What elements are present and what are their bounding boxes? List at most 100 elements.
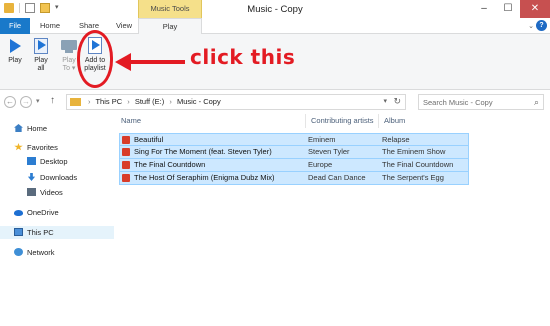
music-tools-group: Music Tools bbox=[138, 0, 202, 18]
search-input[interactable] bbox=[419, 95, 525, 109]
nav-item-label: Favorites bbox=[27, 143, 58, 152]
chevron-down-icon[interactable]: ⌄ bbox=[528, 22, 534, 30]
tab-play[interactable]: Play bbox=[138, 18, 202, 35]
quick-access-toolbar: ▾ bbox=[4, 3, 62, 13]
close-button[interactable]: ✕ bbox=[520, 0, 550, 18]
navigation-pane: Home Favorites Desktop Downloads Videos … bbox=[0, 114, 114, 326]
table-row[interactable]: The Final Countdown Europe The Final Cou… bbox=[119, 159, 469, 172]
nav-item-downloads[interactable]: Downloads bbox=[27, 171, 77, 184]
play-to-button-label: Play To ▾ bbox=[62, 57, 76, 72]
address-bar[interactable]: › This PC › Stuff (E:) › Music - Copy ▾ … bbox=[66, 94, 406, 110]
music-file-icon bbox=[122, 174, 130, 182]
annotation-circle bbox=[77, 30, 113, 88]
network-icon bbox=[14, 248, 23, 256]
music-file-icon bbox=[122, 161, 130, 169]
nav-item-videos[interactable]: Videos bbox=[27, 186, 63, 199]
tab-home[interactable]: Home bbox=[32, 18, 68, 34]
nav-item-this-pc[interactable]: This PC bbox=[0, 226, 114, 239]
nav-item-favorites[interactable]: Favorites bbox=[14, 141, 58, 154]
nav-item-label: Videos bbox=[40, 188, 63, 197]
this-pc-icon bbox=[14, 228, 23, 236]
music-tools-label: Music Tools bbox=[150, 4, 190, 13]
breadcrumb: › This PC › Stuff (E:) › Music - Copy bbox=[85, 95, 221, 109]
file-album: The Final Countdown bbox=[382, 160, 454, 169]
file-rows: Beautiful Eminem Relapse Sing For The Mo… bbox=[119, 133, 469, 185]
breadcrumb-separator: › bbox=[88, 97, 91, 106]
table-row[interactable]: The Host Of Seraphim (Enigma Dubz Mix) D… bbox=[119, 172, 469, 185]
window-controls: – ☐ ✕ bbox=[472, 0, 550, 18]
maximize-button[interactable]: ☐ bbox=[496, 0, 520, 18]
file-artist: Dead Can Dance bbox=[308, 173, 366, 182]
nav-item-onedrive[interactable]: OneDrive bbox=[14, 206, 59, 219]
file-album: The Serpent's Egg bbox=[382, 173, 444, 182]
window-title: Music - Copy bbox=[247, 4, 303, 15]
nav-item-network[interactable]: Network bbox=[14, 246, 55, 259]
onedrive-icon bbox=[14, 210, 23, 216]
nav-item-home[interactable]: Home bbox=[14, 122, 47, 135]
breadcrumb-stuff-drive[interactable]: Stuff (E:) bbox=[135, 97, 164, 106]
up-arrow-icon[interactable]: ↑ bbox=[50, 95, 55, 106]
column-header-artists[interactable]: Contributing artists bbox=[311, 114, 374, 128]
downloads-icon bbox=[27, 173, 36, 181]
breadcrumb-separator: › bbox=[169, 97, 172, 106]
file-artist: Eminem bbox=[308, 135, 336, 144]
nav-item-label: This PC bbox=[27, 228, 54, 237]
star-icon bbox=[14, 143, 23, 151]
help-icon[interactable]: ? bbox=[536, 20, 547, 31]
breadcrumb-separator: › bbox=[127, 97, 130, 106]
nav-item-desktop[interactable]: Desktop bbox=[27, 155, 68, 168]
play-all-button-label: Play all bbox=[34, 57, 48, 72]
play-icon bbox=[7, 37, 23, 55]
file-name: Sing For The Moment (feat. Steven Tyler) bbox=[134, 147, 272, 156]
tab-file[interactable]: File bbox=[0, 18, 30, 34]
nav-item-label: OneDrive bbox=[27, 208, 59, 217]
file-album: The Eminem Show bbox=[382, 147, 446, 156]
nav-item-label: Network bbox=[27, 248, 55, 257]
back-button[interactable]: ← bbox=[4, 96, 16, 108]
address-history-icon[interactable]: ▾ bbox=[383, 97, 387, 105]
folder-icon bbox=[4, 3, 14, 13]
navigation-bar: ← → ▾ ↑ › This PC › Stuff (E:) › Music -… bbox=[0, 90, 550, 114]
desktop-icon bbox=[27, 157, 36, 165]
refresh-icon[interactable]: ↻ bbox=[393, 96, 401, 107]
music-file-icon bbox=[122, 148, 130, 156]
file-artist: Steven Tyler bbox=[308, 147, 350, 156]
play-all-button[interactable]: Play all bbox=[28, 37, 54, 73]
title-bar: ▾ Music Tools Music - Copy – ☐ ✕ bbox=[0, 0, 550, 18]
customize-toolbar-icon[interactable]: ▾ bbox=[55, 3, 62, 13]
column-divider[interactable] bbox=[378, 114, 379, 128]
table-row[interactable]: Sing For The Moment (feat. Steven Tyler)… bbox=[119, 146, 469, 159]
recent-locations-icon[interactable]: ▾ bbox=[36, 97, 40, 105]
new-folder-icon[interactable] bbox=[40, 3, 50, 13]
annotation-arrow bbox=[115, 53, 185, 71]
nav-item-label: Desktop bbox=[40, 157, 68, 166]
column-header-album[interactable]: Album bbox=[384, 114, 405, 128]
music-file-icon bbox=[122, 136, 130, 144]
videos-icon bbox=[27, 188, 36, 196]
table-row[interactable]: Beautiful Eminem Relapse bbox=[119, 133, 469, 146]
file-name: The Final Countdown bbox=[134, 160, 206, 169]
file-album: Relapse bbox=[382, 135, 410, 144]
breadcrumb-this-pc[interactable]: This PC bbox=[95, 97, 122, 106]
nav-item-label: Home bbox=[27, 124, 48, 133]
file-name: Beautiful bbox=[134, 135, 164, 144]
search-box[interactable]: ⌕ bbox=[418, 94, 544, 110]
home-icon bbox=[14, 124, 23, 132]
play-button[interactable]: Play bbox=[3, 37, 27, 65]
properties-icon[interactable] bbox=[25, 3, 35, 13]
breadcrumb-music-copy[interactable]: Music - Copy bbox=[177, 97, 221, 106]
play-all-icon bbox=[33, 37, 49, 55]
toolbar-divider bbox=[19, 3, 20, 13]
minimize-button[interactable]: – bbox=[472, 0, 496, 18]
folder-icon bbox=[70, 98, 81, 106]
play-to-icon bbox=[61, 37, 77, 55]
column-header-name[interactable]: Name bbox=[121, 114, 141, 128]
file-name: The Host Of Seraphim (Enigma Dubz Mix) bbox=[134, 173, 275, 182]
annotation-text: click this bbox=[190, 45, 296, 69]
column-divider[interactable] bbox=[305, 114, 306, 128]
file-artist: Europe bbox=[308, 160, 333, 169]
forward-button[interactable]: → bbox=[20, 96, 32, 108]
play-button-label: Play bbox=[8, 57, 22, 64]
ribbon-tabs: File Home Share View Play ⌄ ? bbox=[0, 18, 550, 35]
tab-view[interactable]: View bbox=[110, 18, 138, 34]
